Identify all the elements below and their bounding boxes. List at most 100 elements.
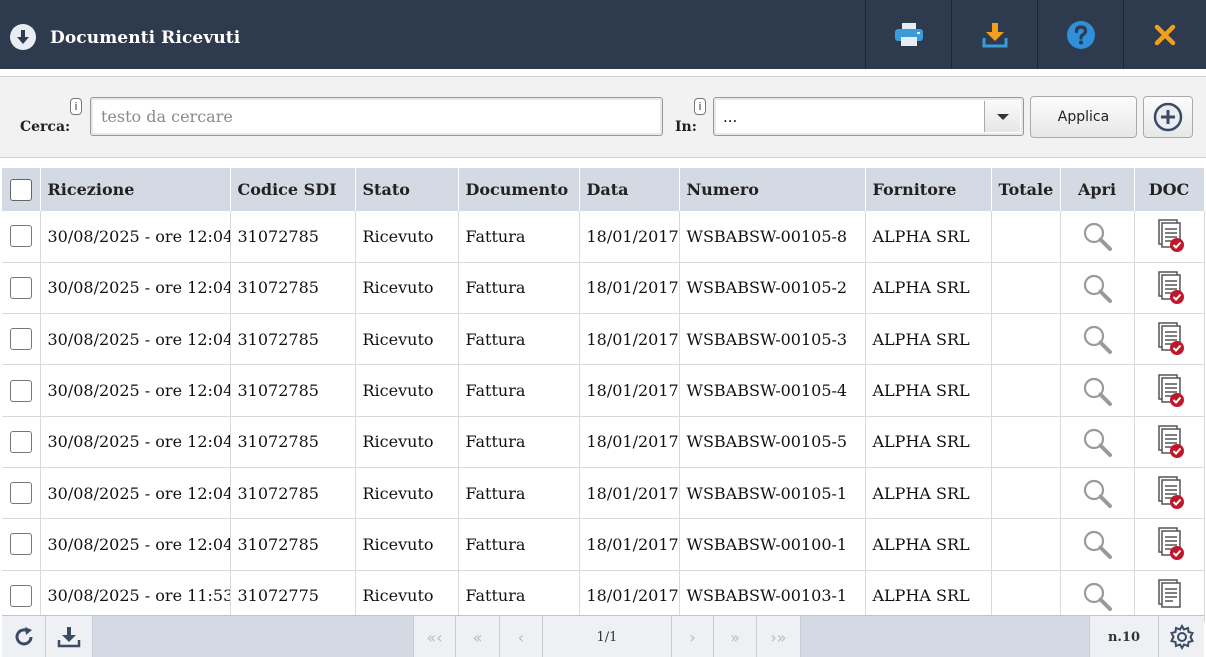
document-check-icon xyxy=(1158,476,1184,510)
title-bar: Documenti Ricevuti xyxy=(0,0,1206,69)
document-check-icon xyxy=(1158,322,1184,356)
doc-button[interactable] xyxy=(1134,467,1205,520)
search-field-select[interactable]: ... xyxy=(713,97,1024,136)
open-button[interactable] xyxy=(1060,313,1135,366)
close-button[interactable] xyxy=(1123,0,1206,69)
document-check-icon xyxy=(1158,219,1184,253)
grid-header: Ricezione Codice SDI Stato Documento Dat… xyxy=(2,168,1205,211)
cell-data: 18/01/2017 xyxy=(579,313,680,366)
prev-page-button[interactable]: ‹ xyxy=(500,616,543,657)
select-all-checkbox[interactable] xyxy=(2,168,41,211)
column-header-documento[interactable]: Documento xyxy=(458,168,580,211)
cell-documento: Fattura xyxy=(458,570,580,622)
open-button[interactable] xyxy=(1060,570,1135,622)
cell-documento: Fattura xyxy=(458,211,580,263)
table-row[interactable]: 30/08/2025 - ore 12:04 31072785 Ricevuto Fa… xyxy=(2,416,1205,468)
download-icon xyxy=(982,22,1007,47)
column-header-data[interactable]: Data xyxy=(579,168,680,211)
cell-totale xyxy=(991,211,1061,263)
column-header-totale[interactable]: Totale xyxy=(991,168,1061,211)
cell-numero: WSBABSW-00103-1 xyxy=(679,570,866,622)
table-row[interactable]: 30/08/2025 - ore 12:04 31072785 Ricevuto Fa… xyxy=(2,211,1205,263)
record-count: n.10 xyxy=(1089,616,1159,657)
first-page-button[interactable]: «‹ xyxy=(413,616,456,657)
row-checkbox[interactable] xyxy=(2,313,41,366)
export-button[interactable] xyxy=(46,616,93,657)
open-button[interactable] xyxy=(1060,518,1135,571)
table-row[interactable]: 30/08/2025 - ore 12:04 31072785 Ricevuto Fa… xyxy=(2,262,1205,315)
table-row[interactable]: 30/08/2025 - ore 12:04 31072785 Ricevuto Fa… xyxy=(2,313,1205,366)
next-page-button[interactable]: › xyxy=(672,616,714,657)
open-button[interactable] xyxy=(1060,211,1135,263)
document-check-icon xyxy=(1158,527,1184,561)
open-button[interactable] xyxy=(1060,467,1135,520)
cell-numero: WSBABSW-00105-5 xyxy=(679,416,866,468)
settings-button[interactable] xyxy=(1159,616,1204,657)
cell-documento: Fattura xyxy=(458,416,580,468)
table-row[interactable]: 30/08/2025 - ore 12:04 31072785 Ricevuto Fa… xyxy=(2,364,1205,417)
search-info-icon[interactable]: i xyxy=(70,98,82,115)
row-checkbox[interactable] xyxy=(2,518,41,571)
column-header-ricezione[interactable]: Ricezione xyxy=(40,168,231,211)
doc-button[interactable] xyxy=(1134,211,1205,263)
cell-ricezione: 30/08/2025 - ore 12:04 xyxy=(40,364,231,417)
refresh-button[interactable] xyxy=(2,616,46,657)
column-header-numero[interactable]: Numero xyxy=(679,168,866,211)
cell-ricezione: 30/08/2025 - ore 12:04 xyxy=(40,211,231,263)
chevron-down-icon[interactable] xyxy=(984,101,1020,132)
doc-button[interactable] xyxy=(1134,313,1205,366)
print-button[interactable] xyxy=(865,0,951,69)
plus-circle-icon xyxy=(1153,102,1183,132)
cell-ricezione: 30/08/2025 - ore 11:53 xyxy=(40,570,231,622)
doc-button[interactable] xyxy=(1134,518,1205,571)
cell-documento: Fattura xyxy=(458,313,580,366)
doc-button[interactable] xyxy=(1134,416,1205,468)
cell-fornitore: ALPHA SRL xyxy=(865,364,992,417)
cell-fornitore: ALPHA SRL xyxy=(865,467,992,520)
fast-back-button[interactable]: « xyxy=(456,616,500,657)
last-page-button[interactable]: ›» xyxy=(757,616,801,657)
row-checkbox[interactable] xyxy=(2,211,41,263)
fast-forward-button[interactable]: » xyxy=(714,616,757,657)
search-input[interactable] xyxy=(90,97,663,136)
print-icon xyxy=(894,22,923,46)
row-checkbox[interactable] xyxy=(2,570,41,622)
row-checkbox[interactable] xyxy=(2,364,41,417)
search-in-info-icon[interactable]: i xyxy=(694,98,706,115)
cell-stato: Ricevuto xyxy=(355,467,459,520)
cell-documento: Fattura xyxy=(458,467,580,520)
magnifier-icon xyxy=(1083,326,1112,355)
table-row[interactable]: 30/08/2025 - ore 12:04 31072785 Ricevuto Fa… xyxy=(2,467,1205,520)
row-checkbox[interactable] xyxy=(2,262,41,315)
cell-codice-sdi: 31072785 xyxy=(230,262,356,315)
cell-numero: WSBABSW-00100-1 xyxy=(679,518,866,571)
row-checkbox[interactable] xyxy=(2,467,41,520)
table-row[interactable]: 30/08/2025 - ore 12:04 31072785 Ricevuto Fa… xyxy=(2,518,1205,571)
help-button[interactable] xyxy=(1037,0,1123,69)
open-button[interactable] xyxy=(1060,416,1135,468)
doc-button[interactable] xyxy=(1134,570,1205,622)
cell-data: 18/01/2017 xyxy=(579,518,680,571)
column-header-fornitore[interactable]: Fornitore xyxy=(865,168,992,211)
doc-button[interactable] xyxy=(1134,364,1205,417)
cell-codice-sdi: 31072785 xyxy=(230,416,356,468)
download-button[interactable] xyxy=(951,0,1037,69)
open-button[interactable] xyxy=(1060,364,1135,417)
document-icon xyxy=(1158,578,1181,608)
add-filter-button[interactable] xyxy=(1143,96,1193,138)
cell-totale xyxy=(991,416,1061,468)
download-circle-icon xyxy=(10,24,36,50)
apply-button[interactable]: Applica xyxy=(1030,96,1137,138)
refresh-icon xyxy=(15,627,32,646)
column-header-codice-sdi[interactable]: Codice SDI xyxy=(230,168,356,211)
cell-numero: WSBABSW-00105-4 xyxy=(679,364,866,417)
row-checkbox[interactable] xyxy=(2,416,41,468)
table-row[interactable]: 30/08/2025 - ore 11:53 31072775 Ricevuto Fa… xyxy=(2,570,1205,622)
cell-codice-sdi: 31072785 xyxy=(230,467,356,520)
cell-numero: WSBABSW-00105-8 xyxy=(679,211,866,263)
column-header-stato[interactable]: Stato xyxy=(355,168,459,211)
doc-button[interactable] xyxy=(1134,262,1205,315)
cell-data: 18/01/2017 xyxy=(579,570,680,622)
magnifier-icon xyxy=(1083,274,1112,303)
open-button[interactable] xyxy=(1060,262,1135,315)
